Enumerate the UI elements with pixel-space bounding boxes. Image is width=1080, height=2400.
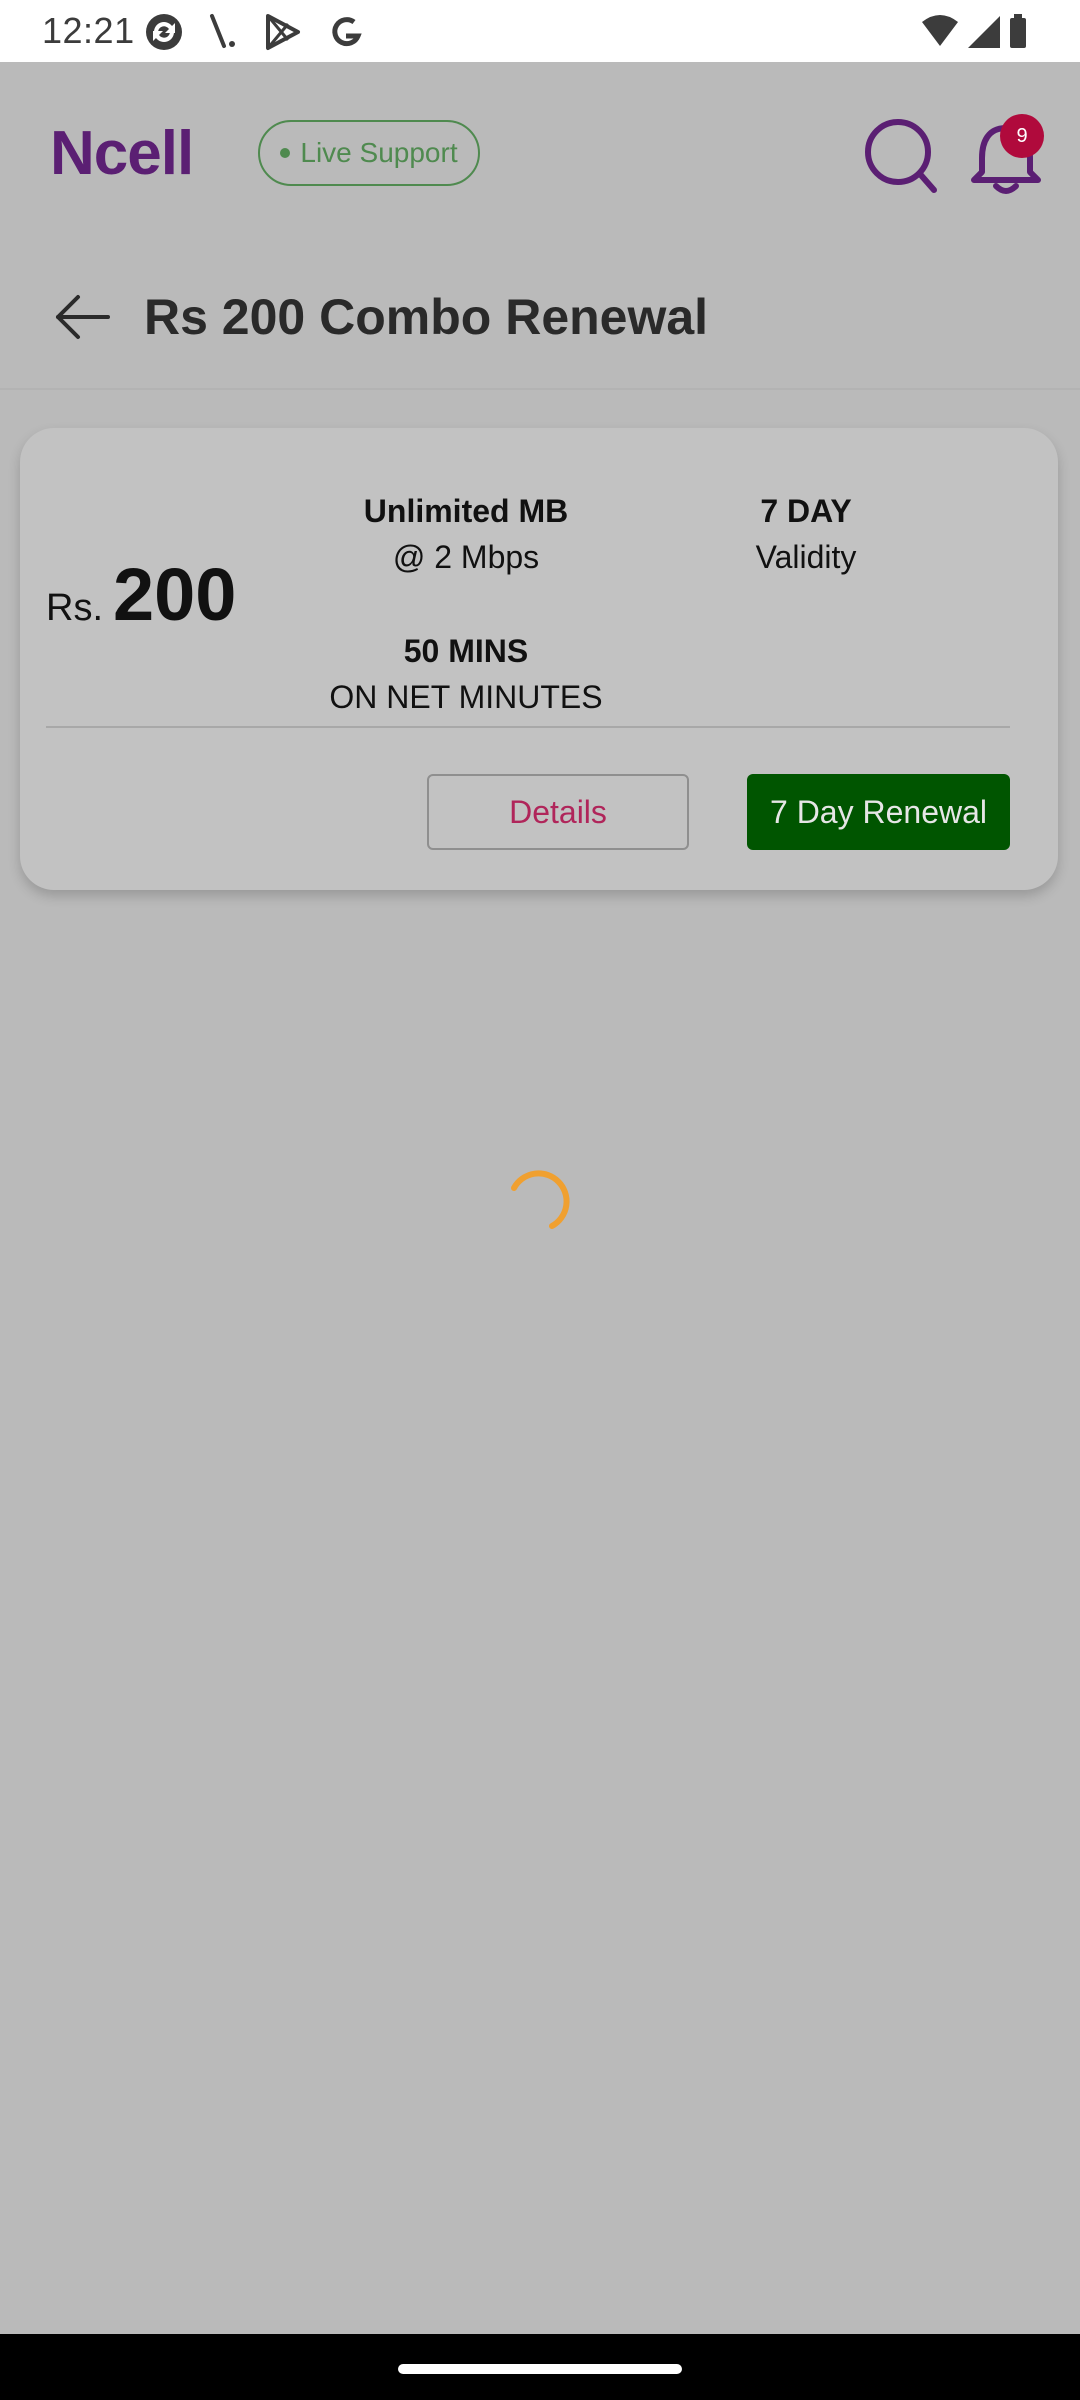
notification-badge: 9 [1000,114,1044,158]
voice-amount: 50 MINS [403,633,529,669]
play-store-icon [266,14,300,50]
page-title: Rs 200 Combo Renewal [144,289,709,345]
price-currency: Rs. [46,587,103,629]
validity-amount: 7 DAY [760,493,852,529]
live-support-label: Live Support [300,137,458,168]
live-status-dot [280,148,291,158]
status-bar: 12:21 [0,0,1080,62]
google-icon [332,17,362,47]
sync-icon [146,14,182,50]
voice-benefit: 50 MINS ON NET MINUTES [266,628,666,720]
status-left-icons [146,14,362,50]
app-header: Ncell Live Support 9 Rs 200 Combo Renewa… [0,62,1080,388]
status-right-icons [922,14,1026,48]
price-amount: 200 [113,553,237,636]
wifi-icon [922,15,958,46]
signal-slash-icon [210,14,235,48]
cell-signal-icon [968,16,1000,48]
search-icon[interactable] [862,116,942,196]
card-divider [46,726,1010,728]
package-card: Rs. 200 Unlimited MB @ 2 Mbps 7 DAY Valid… [20,428,1058,890]
validity-benefit: 7 DAY Validity [656,488,956,580]
details-button[interactable]: Details [427,774,689,850]
live-support-button[interactable]: Live Support [258,120,480,186]
ncell-logo[interactable]: Ncell [50,118,194,189]
data-benefit: Unlimited MB @ 2 Mbps [296,488,636,580]
status-time: 12:21 [42,10,135,51]
battery-icon [1010,14,1026,48]
renewal-button[interactable]: 7 Day Renewal [747,774,1010,850]
home-indicator[interactable] [398,2364,682,2374]
header-divider [0,388,1080,390]
validity-label: Validity [755,539,857,575]
navigation-bar [0,2334,1080,2400]
data-amount: Unlimited MB [363,493,569,529]
price: Rs. 200 [46,552,236,637]
voice-label: ON NET MINUTES [329,679,603,715]
data-speed: @ 2 Mbps [392,539,540,575]
back-arrow-icon[interactable] [50,284,116,350]
loading-spinner-icon [511,1170,570,1229]
